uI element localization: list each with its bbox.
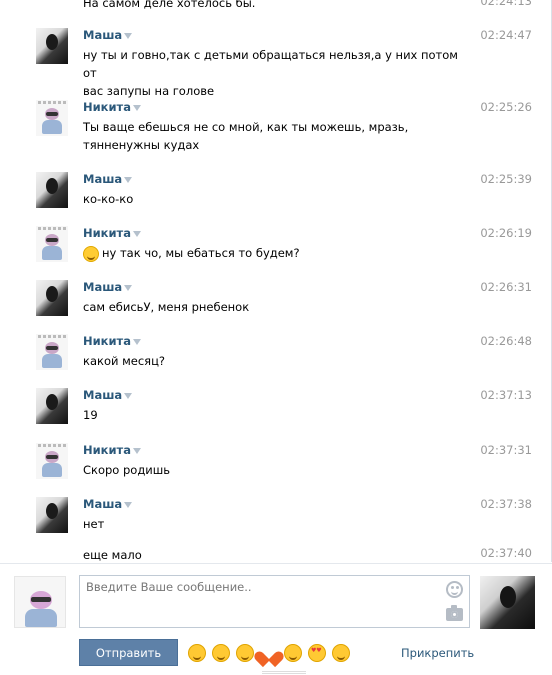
message-history[interactable]: 02:24:13 На самом деле хотелось бы. Маша… xyxy=(0,0,552,562)
sender-name[interactable]: Маша xyxy=(83,28,133,42)
send-button[interactable]: Отправить xyxy=(79,639,178,666)
dropdown-arrow-icon[interactable] xyxy=(132,447,141,454)
message-text: какой месяц? xyxy=(83,352,468,370)
message-time: 02:37:31 xyxy=(480,443,532,457)
message-time: 02:24:47 xyxy=(480,28,532,42)
sweat-smile-icon[interactable] xyxy=(284,644,302,662)
message-time: 02:24:13 xyxy=(480,0,532,8)
message-line: нет xyxy=(83,517,105,531)
message-item: 02:24:13 На самом деле хотелось бы. xyxy=(0,0,545,14)
smile-icon[interactable] xyxy=(446,581,463,598)
avatar[interactable] xyxy=(36,497,68,533)
message-text: сам ебисьУ, меня рнебенок xyxy=(83,298,468,316)
dropdown-arrow-icon[interactable] xyxy=(124,32,133,39)
message-item: 02:37:40 еще мало xyxy=(0,546,545,562)
message-time: 02:26:48 xyxy=(480,334,532,348)
message-time: 02:37:40 xyxy=(480,546,532,560)
camera-icon[interactable] xyxy=(446,605,463,621)
message-text: ну ты и говно,так с детьми обращаться не… xyxy=(83,46,468,100)
sender-name[interactable]: Маша xyxy=(83,280,133,294)
message-item: Маша 02:25:39 ко-ко-ко xyxy=(0,172,545,212)
message-line: вас запупы на голове xyxy=(83,84,215,98)
sender-name[interactable]: Никита xyxy=(83,443,141,457)
avatar[interactable] xyxy=(36,226,68,262)
my-avatar[interactable] xyxy=(14,576,66,628)
message-item: Маша 02:37:13 19 xyxy=(0,388,545,428)
avatar[interactable] xyxy=(36,334,68,370)
message-item: Никита 02:25:26 Ты ваще ебешься не со мн… xyxy=(0,100,545,156)
dropdown-arrow-icon[interactable] xyxy=(132,338,141,345)
message-item: Никита 02:26:19 ну так чо, мы ебаться то… xyxy=(0,226,545,266)
dropdown-arrow-icon[interactable] xyxy=(124,176,133,183)
sender-name[interactable]: Маша xyxy=(83,497,133,511)
avatar[interactable] xyxy=(36,280,68,316)
message-time: 02:37:13 xyxy=(480,388,532,402)
relieved-icon[interactable] xyxy=(236,644,254,662)
message-item: Маша 02:24:47 ну ты и говно,так с детьми… xyxy=(0,28,545,98)
message-time: 02:25:39 xyxy=(480,172,532,186)
sender-name[interactable]: Никита xyxy=(83,100,141,114)
avatar[interactable] xyxy=(36,388,68,424)
message-text: ко-ко-ко xyxy=(83,190,468,208)
message-line: ну так чо, мы ебаться то будем? xyxy=(83,244,468,262)
message-text: На самом деле хотелось бы. xyxy=(83,0,468,12)
avatar[interactable] xyxy=(36,28,68,64)
attach-link[interactable]: Прикрепить xyxy=(401,646,474,660)
message-time: 02:26:31 xyxy=(480,280,532,294)
message-line: ну ты и говно,так с детьми обращаться не… xyxy=(83,48,458,80)
message-input[interactable] xyxy=(80,576,440,627)
message-time: 02:26:19 xyxy=(480,226,532,240)
avatar[interactable] xyxy=(36,172,68,208)
message-line: 19 xyxy=(83,408,98,422)
message-text: Скоро родишь xyxy=(83,461,468,479)
message-time: 02:37:38 xyxy=(480,497,532,511)
heart-icon[interactable] xyxy=(260,644,278,660)
message-line: сам ебисьУ, меня рнебенок xyxy=(83,300,250,314)
laughing-icon[interactable] xyxy=(332,644,350,662)
message-text: 19 xyxy=(83,406,468,424)
dropdown-arrow-icon[interactable] xyxy=(124,501,133,508)
dropdown-arrow-icon[interactable] xyxy=(124,392,133,399)
grinning-icon[interactable] xyxy=(188,644,206,662)
message-line: ко-ко-ко xyxy=(83,192,134,206)
message-text: нет xyxy=(83,515,468,533)
peer-avatar[interactable] xyxy=(480,576,535,629)
sender-name[interactable]: Маша xyxy=(83,172,133,186)
message-text: Ты ваще ебешься не со мной, как ты можеш… xyxy=(83,118,468,154)
avatar[interactable] xyxy=(36,443,68,479)
message-composer: Отправить Прикрепить xyxy=(0,563,552,675)
sender-name[interactable]: Маша xyxy=(83,388,133,402)
message-text: ну так чо, мы ебаться то будем? xyxy=(83,244,468,262)
message-item: Маша 02:37:38 нет xyxy=(0,497,545,537)
message-line: какой месяц? xyxy=(83,354,166,368)
message-line: Ты ваще ебешься не со мной, как ты можеш… xyxy=(83,120,409,134)
message-line: Скоро родишь xyxy=(83,463,171,477)
message-input-box xyxy=(79,575,470,628)
message-line: тянненужны кудах xyxy=(83,138,200,152)
heart-eyes-icon[interactable] xyxy=(308,644,326,662)
avatar[interactable] xyxy=(36,100,68,136)
message-time: 02:25:26 xyxy=(480,100,532,114)
smiling-face-icon xyxy=(83,245,99,262)
message-item: Никита 02:26:48 какой месяц? xyxy=(0,334,545,374)
message-item: Маша 02:26:31 сам ебисьУ, меня рнебенок xyxy=(0,280,545,320)
message-text: еще мало xyxy=(83,546,468,562)
message-line: еще мало xyxy=(83,548,142,562)
dropdown-arrow-icon[interactable] xyxy=(124,284,133,291)
message-item: Никита 02:37:31 Скоро родишь xyxy=(0,443,545,483)
sender-name[interactable]: Никита xyxy=(83,226,141,240)
weary-icon[interactable] xyxy=(212,644,230,662)
message-line: На самом деле хотелось бы. xyxy=(83,0,256,10)
dropdown-arrow-icon[interactable] xyxy=(132,104,141,111)
dropdown-arrow-icon[interactable] xyxy=(132,230,141,237)
resize-handle[interactable] xyxy=(262,671,306,674)
sender-name[interactable]: Никита xyxy=(83,334,141,348)
